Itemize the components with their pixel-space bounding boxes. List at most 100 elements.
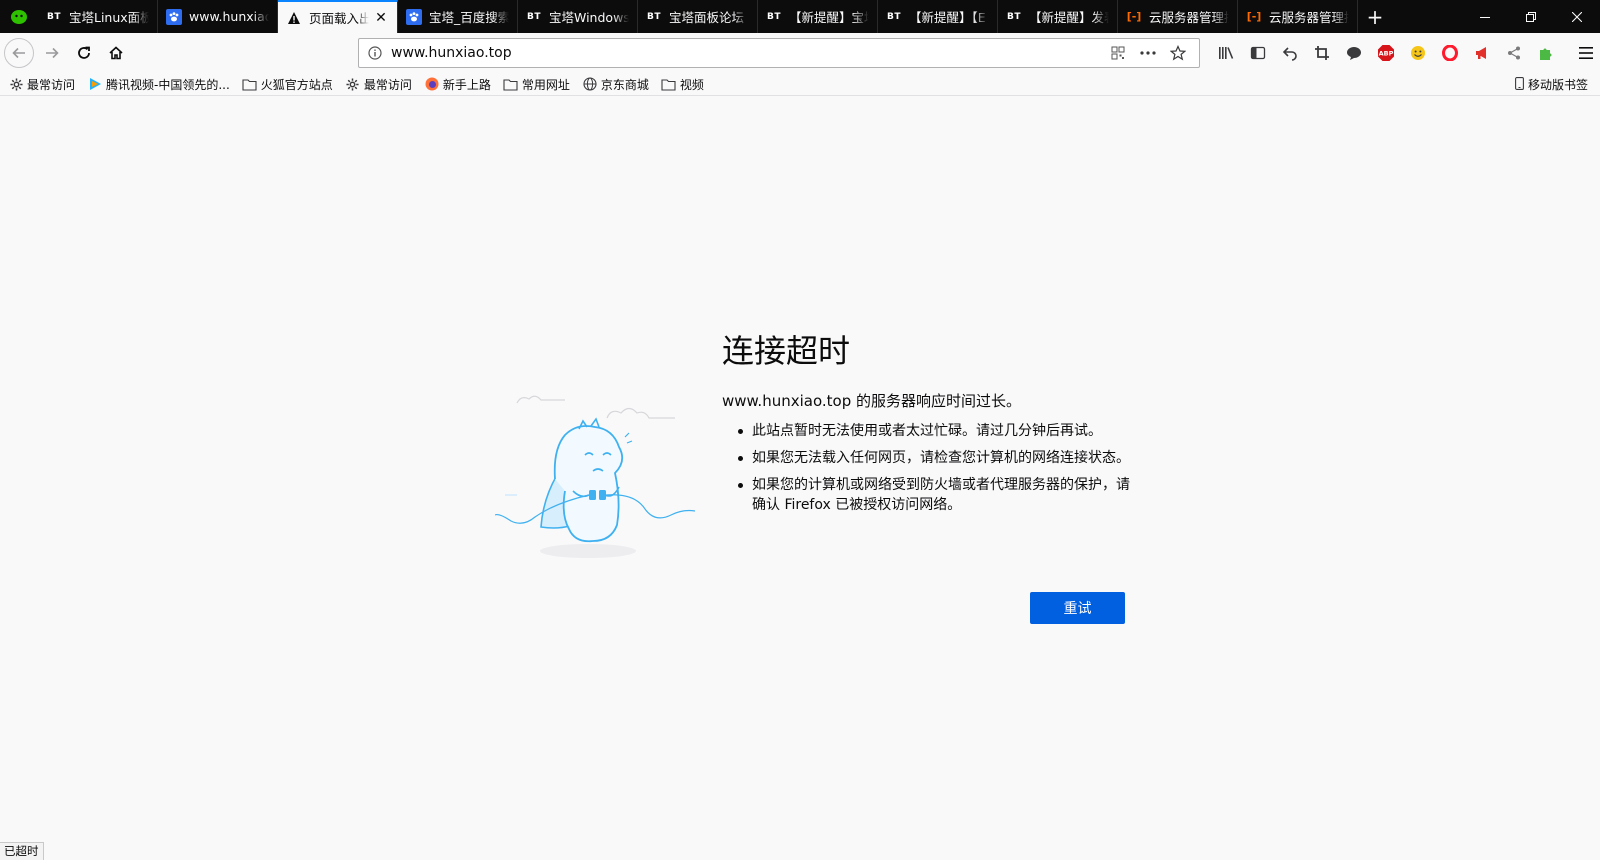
new-tab-button[interactable]: + bbox=[1358, 0, 1392, 33]
bt-icon: BT bbox=[47, 11, 61, 22]
bt-icon: BT bbox=[767, 11, 781, 22]
bookmark-label: 火狐官方站点 bbox=[260, 77, 333, 92]
menu-icon[interactable] bbox=[1570, 37, 1600, 69]
suggestion-item: 此站点暂时无法使用或者太过忙碌。请过几分钟后再试。 bbox=[722, 421, 1130, 441]
url-text[interactable]: www.hunxiao.top bbox=[385, 45, 1103, 61]
bookmark-label: 最常访问 bbox=[27, 77, 76, 92]
wechat-icon[interactable] bbox=[0, 0, 38, 33]
home-button[interactable] bbox=[100, 37, 132, 69]
navigation-toolbar: www.hunxiao.top ABP bbox=[0, 33, 1600, 73]
bookmark-star-icon[interactable] bbox=[1163, 45, 1193, 61]
bookmark-most-visited[interactable]: 最常访问 bbox=[8, 76, 75, 93]
tab-cloud-server-1[interactable]: [-] 云服务器管理控 bbox=[1118, 0, 1238, 33]
status-bar: 已超时 bbox=[0, 842, 44, 860]
tab-cloud-server-2[interactable]: [-] 云服务器管理控 bbox=[1238, 0, 1358, 33]
bookmark-jd[interactable]: 京东商城 bbox=[582, 76, 649, 93]
bt-icon: BT bbox=[527, 11, 541, 22]
gear-icon bbox=[8, 76, 24, 92]
adblock-icon[interactable]: ABP bbox=[1370, 37, 1402, 69]
tab-page-load-error[interactable]: 页面载入出错 ✕ bbox=[278, 0, 398, 33]
megaphone-icon[interactable] bbox=[1466, 37, 1498, 69]
tab-bt-forum[interactable]: BT 宝塔面板论坛 - bbox=[638, 0, 758, 33]
tab-title: 【新提醒】发表 bbox=[1029, 10, 1109, 25]
bookmark-common-sites[interactable]: 常用网址 bbox=[503, 76, 570, 93]
mobile-bookmarks[interactable]: 移动版书签 bbox=[1515, 76, 1588, 93]
bookmark-label: 视频 bbox=[679, 77, 704, 92]
opera-icon[interactable] bbox=[1434, 37, 1466, 69]
reload-button[interactable] bbox=[68, 37, 100, 69]
bookmark-tencent-video[interactable]: 腾讯视频-中国领先的... bbox=[87, 76, 230, 93]
warning-icon bbox=[286, 10, 302, 26]
url-bar[interactable]: www.hunxiao.top bbox=[358, 38, 1200, 68]
puzzle-icon[interactable] bbox=[1530, 37, 1562, 69]
forward-button[interactable] bbox=[36, 37, 68, 69]
bt-icon: BT bbox=[1007, 11, 1021, 22]
tab-bt-windows[interactable]: BT 宝塔Windows面板 bbox=[518, 0, 638, 33]
undo-icon[interactable] bbox=[1274, 37, 1306, 69]
restore-button[interactable] bbox=[1508, 0, 1554, 33]
bookmark-most-visited-2[interactable]: 最常访问 bbox=[345, 76, 412, 93]
bookmark-video[interactable]: 视频 bbox=[661, 76, 704, 93]
error-suggestions: 此站点暂时无法使用或者太过忙碌。请过几分钟后再试。 如果您无法载入任何网页，请检… bbox=[722, 421, 1130, 522]
tab-new-reminder-1[interactable]: BT 【新提醒】宝塔 bbox=[758, 0, 878, 33]
suggestion-item: 如果您无法载入任何网页，请检查您计算机的网络连接状态。 bbox=[722, 448, 1130, 468]
page-actions-icon[interactable] bbox=[1133, 51, 1163, 55]
folder-icon bbox=[661, 76, 677, 92]
folder-icon bbox=[242, 76, 258, 92]
svg-text:ABP: ABP bbox=[1379, 50, 1394, 58]
tab-new-reminder-3[interactable]: BT 【新提醒】发表 bbox=[998, 0, 1118, 33]
mobile-phone-icon bbox=[1515, 77, 1525, 91]
folder-icon bbox=[503, 76, 519, 92]
tab-title: 云服务器管理控 bbox=[1269, 10, 1349, 25]
minimize-button[interactable] bbox=[1462, 0, 1508, 33]
close-window-button[interactable] bbox=[1554, 0, 1600, 33]
paw-icon bbox=[166, 8, 182, 25]
toolbar-extensions: ABP bbox=[1210, 33, 1600, 73]
mobile-bookmarks-label: 移动版书签 bbox=[1527, 77, 1588, 92]
firefox-icon bbox=[424, 76, 440, 92]
tab-title: 【新提醒】宝塔 bbox=[789, 10, 869, 25]
bt-icon: BT bbox=[647, 11, 661, 22]
bookmark-firefox-official[interactable]: 火狐官方站点 bbox=[242, 76, 333, 93]
tab-title: www.hunxiao.top bbox=[189, 9, 269, 24]
sidebar-icon[interactable] bbox=[1242, 37, 1274, 69]
library-icon[interactable] bbox=[1210, 37, 1242, 69]
gear-icon bbox=[345, 76, 361, 92]
qr-code-icon[interactable] bbox=[1103, 46, 1133, 60]
tab-new-reminder-2[interactable]: BT 【新提醒】【E bbox=[878, 0, 998, 33]
tab-title: 宝塔Linux面板 bbox=[69, 10, 149, 25]
tab-baidu-search[interactable]: 宝塔_百度搜索 bbox=[398, 0, 518, 33]
error-description: www.hunxiao.top 的服务器响应时间过长。 bbox=[722, 392, 1021, 410]
tab-strip: BT 宝塔Linux面板 www.hunxiao.top 页面载入出错 ✕ 宝塔… bbox=[0, 0, 1600, 33]
bookmark-label: 常用网址 bbox=[521, 77, 570, 92]
tab-bt-linux[interactable]: BT 宝塔Linux面板 bbox=[38, 0, 158, 33]
globe-icon bbox=[582, 76, 598, 92]
bookmark-label: 最常访问 bbox=[363, 77, 412, 92]
bt-icon: BT bbox=[887, 11, 901, 22]
connection-timeout-illustration bbox=[495, 395, 695, 558]
crop-icon[interactable] bbox=[1306, 37, 1338, 69]
suggestion-item: 如果您的计算机或网络受到防火墙或者代理服务器的保护，请确认 Firefox 已被… bbox=[722, 475, 1130, 515]
close-tab-icon[interactable]: ✕ bbox=[373, 10, 389, 26]
info-icon[interactable] bbox=[365, 46, 385, 60]
tab-title: 页面载入出错 bbox=[309, 11, 369, 26]
tab-hunxiao[interactable]: www.hunxiao.top bbox=[158, 0, 278, 33]
cloud-icon: [-] bbox=[1126, 10, 1142, 23]
tab-title: 宝塔_百度搜索 bbox=[429, 10, 509, 25]
tab-title: 云服务器管理控 bbox=[1149, 10, 1229, 25]
emoji-icon[interactable] bbox=[1402, 37, 1434, 69]
error-title: 连接超时 bbox=[722, 332, 851, 370]
share-icon[interactable] bbox=[1498, 37, 1530, 69]
error-page: 连接超时 www.hunxiao.top 的服务器响应时间过长。 此站点暂时无法… bbox=[0, 96, 1600, 860]
tab-title: 【新提醒】【E bbox=[909, 10, 986, 25]
cloud-icon: [-] bbox=[1246, 10, 1262, 23]
bookmark-label: 京东商城 bbox=[600, 77, 649, 92]
tab-title: 宝塔面板论坛 - bbox=[669, 10, 749, 25]
chat-icon[interactable] bbox=[1338, 37, 1370, 69]
back-button[interactable] bbox=[4, 38, 34, 68]
tencent-video-icon bbox=[87, 76, 103, 92]
paw-icon bbox=[406, 8, 422, 25]
bookmark-getting-started[interactable]: 新手上路 bbox=[424, 76, 491, 93]
retry-button[interactable]: 重试 bbox=[1030, 592, 1125, 624]
bookmark-label: 腾讯视频-中国领先的... bbox=[106, 77, 230, 92]
